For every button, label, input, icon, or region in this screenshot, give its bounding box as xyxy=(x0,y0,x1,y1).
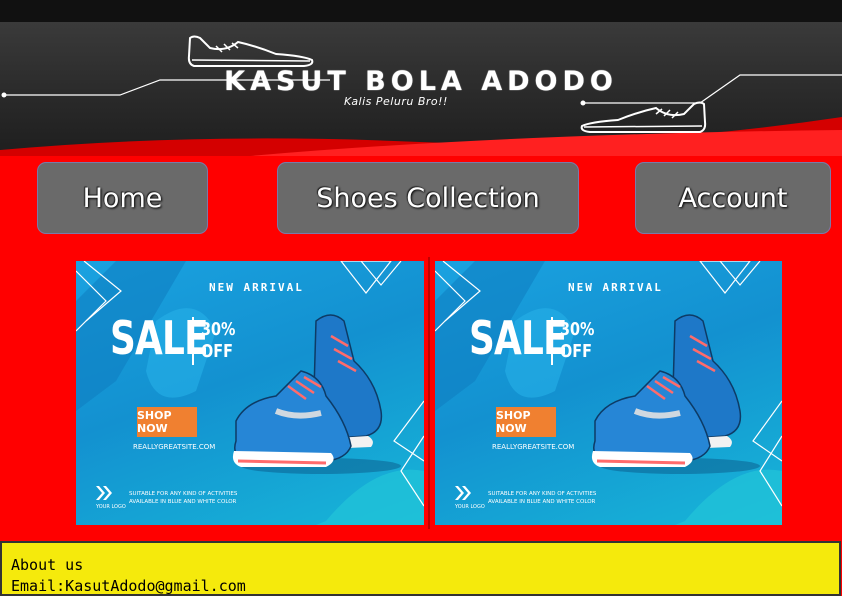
promo-discount-percent: 30% xyxy=(201,319,236,340)
promo-card[interactable]: NEW ARRIVAL SALE 30% OFF SHOP NOW REALLY… xyxy=(76,261,424,525)
promo-divider xyxy=(192,317,194,365)
top-strip xyxy=(0,0,842,22)
sneaker-outline-icon xyxy=(187,35,314,67)
nav-shoes-collection-button[interactable]: Shoes Collection xyxy=(277,162,579,234)
running-shoes-image xyxy=(591,314,760,474)
chevrons-logo-icon xyxy=(455,486,471,500)
running-shoes-image xyxy=(232,314,401,474)
nav-home-button[interactable]: Home xyxy=(37,162,208,234)
chevrons-logo-icon xyxy=(96,486,112,500)
promo-discount-percent: 30% xyxy=(560,319,595,340)
promo-new-arrival: NEW ARRIVAL xyxy=(568,281,663,294)
promo-fineprint-line: SUITABLE FOR ANY KIND OF ACTIVITIES xyxy=(488,491,597,497)
promo-separator xyxy=(428,257,430,529)
promo-discount-off: OFF xyxy=(201,341,233,362)
promo-fineprint: SUITABLE FOR ANY KIND OF ACTIVITIES AVAI… xyxy=(488,490,596,506)
brand-tagline: Kalis Peluru Bro!! xyxy=(344,95,448,108)
footer: About us Email:KasutAdodo@gmail.com xyxy=(0,541,841,596)
promo-fineprint-line: SUITABLE FOR ANY KIND OF ACTIVITIES xyxy=(129,491,238,497)
promo-discount: 30% OFF xyxy=(560,319,594,363)
promo-divider xyxy=(551,317,553,365)
promo-fineprint-line: AVAILABLE IN BLUE AND WHITE COLOR xyxy=(129,499,237,505)
promo-discount-off: OFF xyxy=(560,341,592,362)
promo-fineprint-line: AVAILABLE IN BLUE AND WHITE COLOR xyxy=(488,499,596,505)
promo-fineprint: SUITABLE FOR ANY KIND OF ACTIVITIES AVAI… xyxy=(129,490,237,506)
promo-logo-text: YOUR LOGO xyxy=(96,504,126,510)
promo-site-url: REALLYGREATSITE.COM xyxy=(133,443,216,451)
promo-card[interactable]: NEW ARRIVAL SALE 30% OFF SHOP NOW REALLY… xyxy=(435,261,782,525)
page: KASUT BOLA ADODO Kalis Peluru Bro!! Home… xyxy=(0,0,842,596)
promo-new-arrival: NEW ARRIVAL xyxy=(209,281,304,294)
sneaker-outline-icon xyxy=(580,101,707,133)
footer-about-link[interactable]: About us xyxy=(11,555,839,576)
footer-email[interactable]: Email:KasutAdodo@gmail.com xyxy=(11,576,839,596)
shop-now-button[interactable]: SHOP NOW xyxy=(496,407,556,437)
promo-site-url: REALLYGREATSITE.COM xyxy=(492,443,575,451)
promo-logo-text: YOUR LOGO xyxy=(455,504,485,510)
brand-title: KASUT BOLA ADODO xyxy=(224,66,618,97)
header-banner: KASUT BOLA ADODO Kalis Peluru Bro!! xyxy=(0,22,842,156)
nav-account-button[interactable]: Account xyxy=(635,162,831,234)
shop-now-button[interactable]: SHOP NOW xyxy=(137,407,197,437)
promo-discount: 30% OFF xyxy=(201,319,235,363)
